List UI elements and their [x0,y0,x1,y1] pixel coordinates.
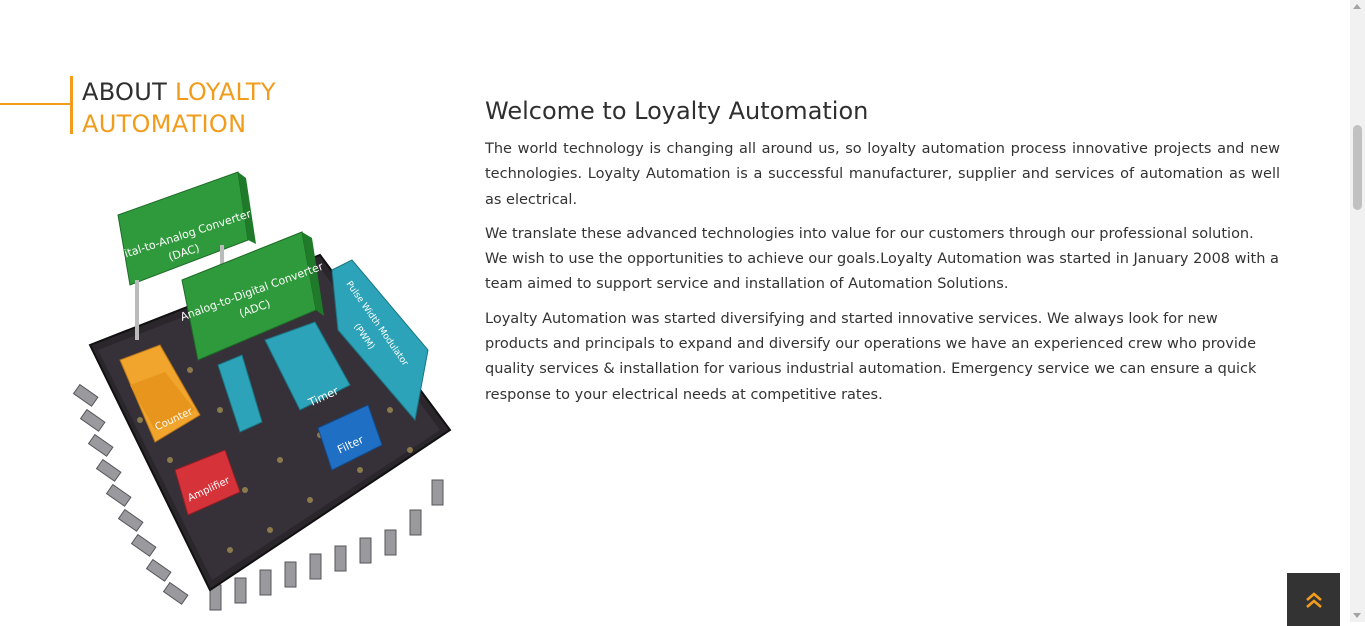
vertical-scrollbar[interactable] [1350,0,1365,622]
about-content: Welcome to Loyalty Automation The world … [485,95,1280,417]
about-paragraph-1: The world technology is changing all aro… [485,141,1280,208]
about-paragraph-2: We translate these advanced technologies… [485,225,1279,293]
about-paragraph-3: Loyalty Automation was started diversify… [485,310,1257,403]
double-chevron-up-icon [1305,591,1322,608]
scroll-up-arrow-icon[interactable] [1353,4,1361,9]
section-title-part1: ABOUT [82,78,168,106]
section-title: ABOUT LOYALTY AUTOMATION [82,76,412,140]
section-title-part2: LOYALTY [175,78,276,106]
welcome-title: Welcome to Loyalty Automation [485,97,869,125]
section-title-part3: AUTOMATION [82,110,247,138]
scrollbar-thumb[interactable] [1353,125,1362,210]
heading-accent-bar [70,76,73,134]
scroll-down-arrow-icon[interactable] [1353,613,1361,618]
microcontroller-illustration: Digital-to-Analog Converter (DAC) Analog… [70,160,455,622]
heading-accent-line [0,103,72,105]
back-to-top-button[interactable] [1287,573,1340,626]
